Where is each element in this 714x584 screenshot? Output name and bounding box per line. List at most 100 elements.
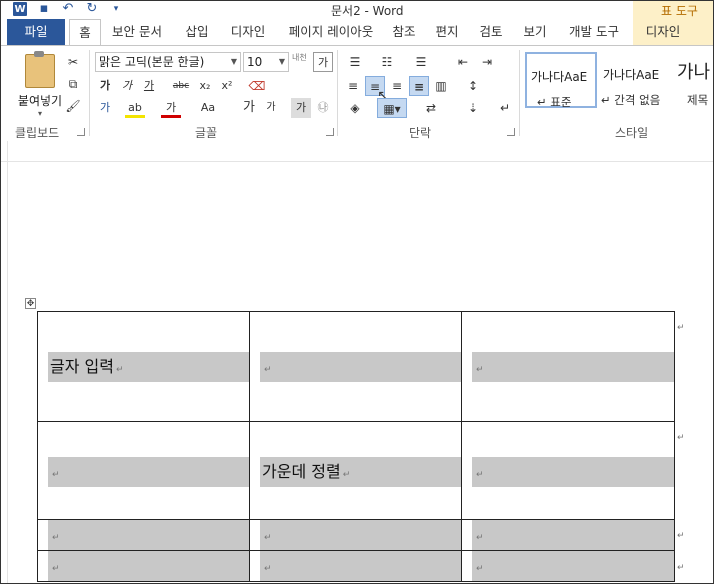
chevron-down-icon: ▼	[278, 57, 285, 66]
clear-formatting-icon[interactable]: ⌫	[247, 76, 267, 96]
document-table[interactable]: 글자 입력 ↵ ↵ ↵ ↵ 가운데 정렬 ↵ ↵ ↵ ↵ ↵ ↵ ↵ ↵	[37, 311, 675, 582]
table-tools-header: 표 도구	[633, 1, 713, 19]
asian-layout-icon[interactable]: ⇄	[421, 98, 441, 118]
paragraph-mark-icon: ↵	[264, 533, 272, 543]
shading-icon[interactable]: ◈	[345, 98, 365, 118]
tab-design[interactable]: 디자인	[225, 19, 271, 45]
table-cell[interactable]: ↵	[37, 519, 250, 551]
tab-mailings[interactable]: 편지	[429, 19, 465, 45]
table-cell[interactable]: 가운데 정렬 ↵	[249, 421, 462, 520]
redo-icon[interactable]: ↻	[85, 2, 99, 16]
table-cell[interactable]: ↵	[461, 421, 675, 520]
tab-review[interactable]: 검토	[473, 19, 509, 45]
cell-text: ↵	[48, 457, 249, 487]
table-cell[interactable]: ↵	[461, 311, 675, 422]
text-effects-icon[interactable]: 가	[95, 98, 115, 118]
table-cell[interactable]: ↵	[461, 550, 675, 582]
borders-icon[interactable]: ▦▾	[377, 98, 407, 118]
tab-secure-document[interactable]: 보안 문서	[105, 19, 169, 45]
font-launcher-icon[interactable]	[326, 128, 334, 136]
tab-insert[interactable]: 삽입	[177, 19, 217, 45]
style-normal-name: ↵ 표준	[537, 95, 572, 109]
style-heading[interactable]: 가나 제목	[673, 52, 713, 108]
row-end-mark-icon: ↵	[677, 531, 685, 541]
highlight-icon[interactable]: ab	[125, 98, 145, 118]
paragraph-launcher-icon[interactable]	[507, 128, 515, 136]
font-name-value: 맑은 고딕(본문 한글)	[99, 55, 205, 69]
row-end-mark-icon: ↵	[677, 323, 685, 333]
cell-text: ↵	[260, 551, 461, 581]
tab-home[interactable]: 홈	[69, 19, 101, 47]
separator	[89, 50, 90, 136]
multilevel-list-icon[interactable]: ☰	[411, 52, 431, 72]
cut-icon[interactable]: ✂	[63, 52, 83, 72]
save-icon[interactable]: ▪	[37, 2, 51, 16]
cell-text: ↵	[48, 520, 249, 550]
title-bar: W ▪ ↶ ↻ ▾ 문서2 - Word 표 도구	[1, 1, 713, 19]
style-heading-preview: 가나	[677, 62, 711, 83]
paragraph-group-label: 단락	[409, 126, 432, 140]
clipboard-launcher-icon[interactable]	[77, 128, 85, 136]
increase-indent-icon[interactable]: ⇥	[477, 52, 497, 72]
sort-icon[interactable]: ⇣	[463, 98, 483, 118]
table-cell[interactable]: ↵	[37, 550, 250, 582]
tab-file[interactable]: 파일	[7, 19, 65, 45]
word-logo-icon[interactable]: W	[13, 2, 27, 16]
grow-font-icon[interactable]: 가	[239, 98, 259, 118]
paragraph-mark-icon: ↵	[476, 470, 484, 480]
style-no-spacing[interactable]: 가나다AaE ↵ 간격 없음	[599, 52, 671, 108]
paragraph-mark-icon: ↵	[264, 365, 272, 375]
customize-qat-icon[interactable]: ▾	[109, 2, 123, 16]
table-cell[interactable]: ↵	[249, 311, 462, 422]
paste-button[interactable]: 붙여넣기 ▾	[15, 51, 65, 118]
change-case-icon[interactable]: Aa	[195, 98, 221, 118]
cell-text: 글자 입력 ↵	[48, 352, 249, 382]
tab-view[interactable]: 보기	[517, 19, 553, 45]
numbering-icon[interactable]: ☷	[377, 52, 397, 72]
character-shading-icon[interactable]: 가	[291, 98, 311, 118]
table-move-handle-icon[interactable]: ✥	[25, 298, 36, 309]
shrink-font-icon[interactable]: 가	[261, 98, 281, 118]
tab-references[interactable]: 참조	[387, 19, 421, 45]
bullets-icon[interactable]: ☰	[345, 52, 365, 72]
table-cell[interactable]: 글자 입력 ↵	[37, 311, 250, 422]
decrease-indent-icon[interactable]: ⇤	[453, 52, 473, 72]
separator	[519, 50, 520, 136]
style-normal[interactable]: 가나다AaE ↵ 표준	[525, 52, 597, 109]
table-row: 글자 입력 ↵ ↵ ↵	[37, 311, 675, 422]
font-color-icon[interactable]: 가	[161, 98, 181, 118]
cell-text: ↵	[48, 551, 249, 581]
paragraph-mark-icon: ↵	[476, 564, 484, 574]
line-spacing-icon[interactable]: ↕	[463, 76, 483, 96]
show-marks-icon[interactable]: ↵	[495, 98, 515, 118]
format-painter-icon[interactable]: 🖌	[63, 96, 83, 116]
justify-icon[interactable]: ≡	[409, 76, 429, 96]
bold-icon[interactable]: 가	[95, 76, 115, 96]
align-left-icon[interactable]: ≡	[343, 76, 363, 96]
underline-icon[interactable]: 가	[139, 76, 159, 96]
table-cell[interactable]: ↵	[249, 519, 462, 551]
table-cell[interactable]: ↵	[461, 519, 675, 551]
copy-icon[interactable]: ⧉	[63, 74, 83, 94]
table-cell[interactable]: ↵	[249, 550, 462, 582]
ribbon-tabs: 파일 홈 보안 문서 삽입 디자인 페이지 레이아웃 참조 편지 검토 보기 개…	[1, 19, 713, 47]
superscript-icon[interactable]: x²	[217, 76, 237, 96]
style-normal-preview: 가나다AaE	[531, 70, 588, 84]
tab-developer[interactable]: 개발 도구	[563, 19, 625, 45]
subscript-icon[interactable]: x₂	[195, 76, 215, 96]
font-name-dropdown[interactable]: 맑은 고딕(본문 한글) ▼	[95, 52, 241, 72]
cell-text: 가운데 정렬 ↵	[260, 457, 461, 487]
italic-icon[interactable]: 가	[117, 76, 137, 96]
table-cell[interactable]: ↵	[37, 421, 250, 520]
paragraph-mark-icon: ↵	[52, 470, 60, 480]
enclose-characters-icon[interactable]: ㉯	[313, 98, 333, 118]
undo-icon[interactable]: ↶	[61, 2, 75, 16]
cell-text: ↵	[472, 352, 674, 382]
paragraph-mark-icon: ↵	[264, 564, 272, 574]
phonetic-guide-icon[interactable]: 가	[313, 52, 333, 72]
distributed-icon[interactable]: ▥	[431, 76, 451, 96]
strikethrough-icon[interactable]: abc	[169, 76, 193, 96]
font-size-dropdown[interactable]: 10 ▼	[243, 52, 289, 72]
tab-table-design[interactable]: 디자인	[639, 19, 687, 45]
tab-page-layout[interactable]: 페이지 레이아웃	[281, 19, 381, 45]
